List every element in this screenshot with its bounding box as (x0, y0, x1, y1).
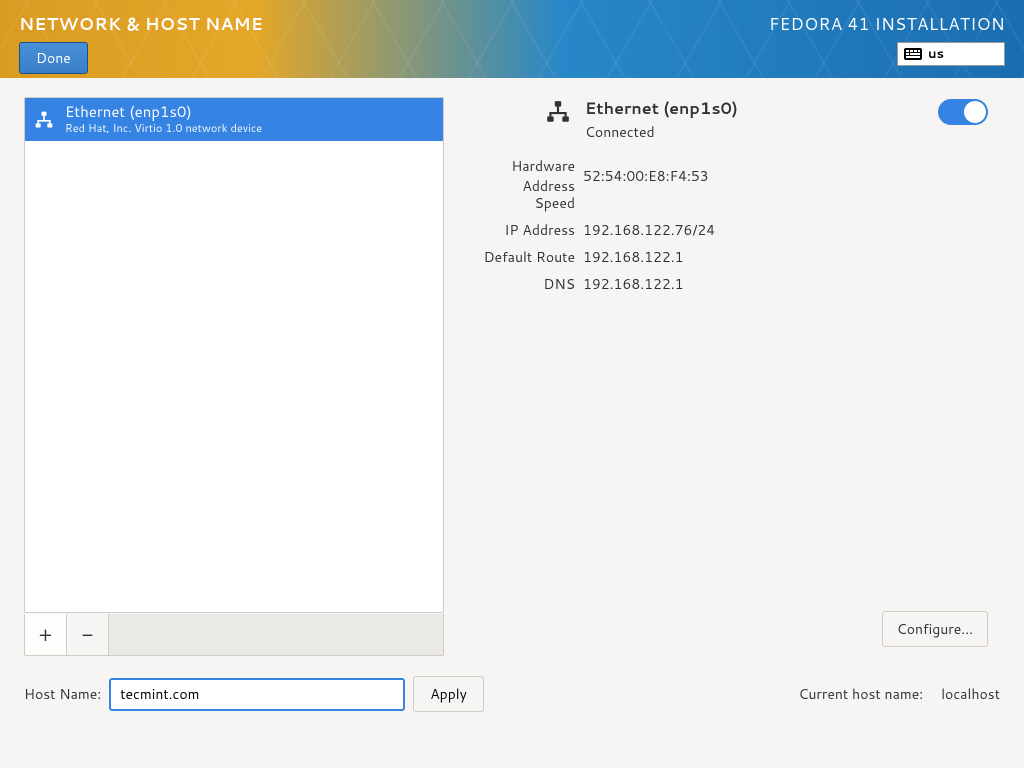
interface-list: Ethernet (enp1s0) Red Hat, Inc. Virtio 1… (24, 97, 444, 613)
row-dns: DNS 192.168.122.1 (460, 270, 988, 297)
label-ip-address: IP Address (460, 220, 575, 240)
value-default-route: 192.168.122.1 (583, 247, 684, 267)
label-hardware-address: Hardware Address (460, 156, 575, 196)
interface-list-toolbar: + − (24, 614, 444, 656)
connection-toggle[interactable] (938, 99, 988, 125)
current-hostname-label: Current host name: (798, 684, 923, 704)
keyboard-icon (904, 48, 922, 60)
hostname-label: Host Name: (24, 684, 101, 704)
value-dns: 192.168.122.1 (583, 274, 684, 294)
network-icon (33, 109, 55, 131)
remove-interface-button[interactable]: − (67, 614, 109, 655)
value-hardware-address: 52:54:00:E8:F4:53 (583, 166, 709, 186)
installer-title: FEDORA 41 INSTALLATION (769, 12, 1005, 36)
keyboard-layout-indicator[interactable]: us (897, 42, 1005, 66)
label-default-route: Default Route (460, 247, 575, 267)
apply-hostname-button[interactable]: Apply (413, 676, 484, 712)
label-speed: Speed (460, 193, 575, 213)
page-title: NETWORK & HOST NAME (19, 12, 263, 36)
keyboard-layout-label: us (928, 45, 944, 63)
add-interface-button[interactable]: + (25, 614, 67, 655)
network-icon (545, 99, 573, 127)
interface-name: Ethernet (enp1s0) (65, 103, 262, 120)
row-default-route: Default Route 192.168.122.1 (460, 243, 988, 270)
detail-status: Connected (585, 122, 738, 142)
row-speed: Speed (460, 189, 988, 216)
done-button[interactable]: Done (19, 42, 88, 74)
value-ip-address: 192.168.122.76/24 (583, 220, 715, 240)
interface-detail: Ethernet (enp1s0) Connected Hardware Add… (460, 97, 988, 297)
configure-button[interactable]: Configure... (882, 611, 988, 647)
interface-item[interactable]: Ethernet (enp1s0) Red Hat, Inc. Virtio 1… (25, 98, 443, 141)
toggle-knob (964, 101, 986, 123)
interface-subtitle: Red Hat, Inc. Virtio 1.0 network device (65, 120, 262, 136)
detail-title: Ethernet (enp1s0) (585, 97, 738, 120)
header-bar: NETWORK & HOST NAME Done FEDORA 41 INSTA… (0, 0, 1024, 78)
current-hostname-value: localhost (941, 684, 1000, 704)
row-hardware-address: Hardware Address 52:54:00:E8:F4:53 (460, 162, 988, 189)
label-dns: DNS (460, 274, 575, 294)
row-ip-address: IP Address 192.168.122.76/24 (460, 216, 988, 243)
hostname-row: Host Name: Apply Current host name: loca… (24, 676, 1000, 712)
hostname-input[interactable] (109, 678, 405, 711)
